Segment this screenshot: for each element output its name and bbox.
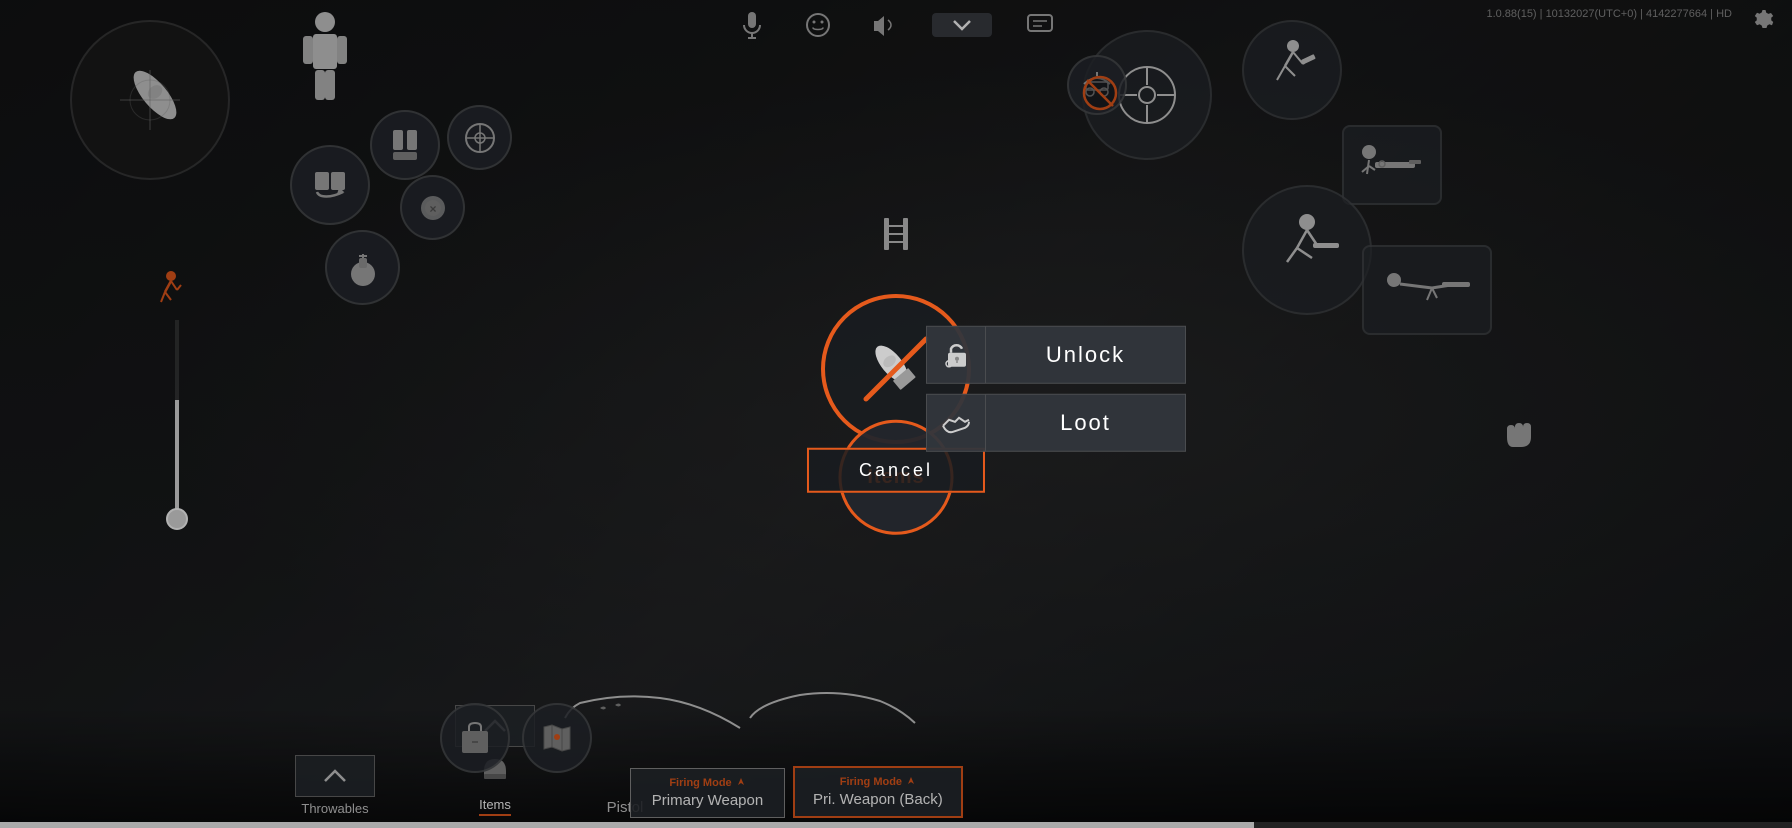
loot-button[interactable]: Loot — [926, 394, 1186, 452]
bottom-scrollbar[interactable] — [0, 822, 1792, 828]
ladder-icon — [876, 214, 916, 254]
loot-label: Loot — [986, 394, 1186, 452]
unlock-button[interactable]: Unlock — [926, 326, 1186, 384]
cancel-button[interactable]: Cancel — [807, 448, 985, 493]
scrollbar-fill — [0, 822, 1254, 828]
action-buttons-group: Unlock Loot — [926, 326, 1186, 452]
center-action-wheel: Items Cancel Unlock — [596, 164, 1196, 664]
unlock-icon — [926, 326, 986, 384]
unlock-label: Unlock — [986, 326, 1186, 384]
loot-icon — [926, 394, 986, 452]
